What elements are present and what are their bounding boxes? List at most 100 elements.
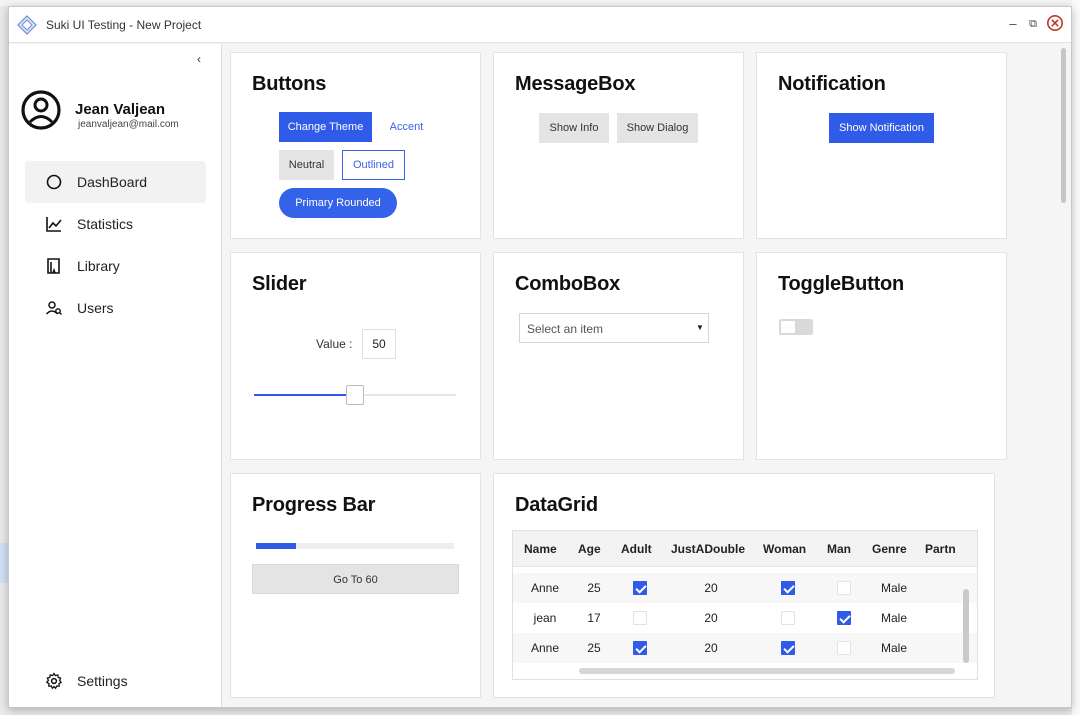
progress-card: Progress Bar Go To 60 (230, 473, 481, 698)
card-title: Progress Bar (252, 494, 376, 516)
close-button[interactable] (1046, 14, 1064, 32)
card-title: Buttons (252, 73, 327, 95)
toggle-switch[interactable] (779, 319, 813, 335)
users-icon (45, 301, 62, 315)
slider-value-input[interactable]: 50 (362, 329, 396, 359)
column-header-genre[interactable]: Genre (872, 542, 907, 556)
show-info-button[interactable]: Show Info (539, 113, 609, 143)
cell-man-checkbox[interactable] (837, 641, 851, 655)
main-vertical-scrollbar[interactable] (1061, 48, 1066, 203)
cell-woman-checkbox[interactable] (781, 581, 795, 595)
sidebar-item-label: Settings (77, 673, 128, 689)
column-header-woman[interactable]: Woman (763, 542, 806, 556)
sidebar-item-settings[interactable]: Settings (25, 660, 206, 702)
neutral-button[interactable]: Neutral (279, 150, 334, 180)
card-title: Slider (252, 273, 307, 295)
cell-adult-checkbox[interactable] (633, 611, 647, 625)
cell-justadouble: 20 (704, 611, 718, 625)
maximize-button[interactable]: ⧉ (1024, 15, 1042, 33)
sidebar-item-label: Library (77, 258, 120, 274)
table-row[interactable]: jean 17 20 Male (513, 603, 977, 633)
sidebar-item-dashboard[interactable]: DashBoard (25, 161, 206, 203)
datagrid: Name Age Adult JustADouble Woman Man Gen… (512, 530, 978, 680)
cell-age: 17 (587, 611, 601, 625)
column-header-adult[interactable]: Adult (621, 542, 652, 556)
datagrid-vertical-scrollbar[interactable] (963, 589, 969, 663)
notification-card: Notification Show Notification (756, 52, 1007, 239)
messagebox-card: MessageBox Show Info Show Dialog (493, 52, 744, 239)
cell-woman-checkbox[interactable] (781, 641, 795, 655)
avatar-icon (21, 90, 61, 130)
column-header-man[interactable]: Man (827, 542, 851, 556)
column-header-justadouble[interactable]: JustADouble (671, 542, 745, 556)
outlined-button[interactable]: Outlined (342, 150, 405, 180)
slider-thumb[interactable] (346, 385, 364, 405)
card-title: ComboBox (515, 273, 621, 295)
gear-icon (45, 672, 63, 690)
cell-age: 25 (587, 641, 601, 655)
sidebar-item-label: Statistics (77, 216, 134, 232)
sidebar-item-label: DashBoard (77, 174, 148, 190)
combobox-select[interactable]: Select an item ▼ (519, 313, 709, 343)
combobox-card: ComboBox Select an item ▼ (493, 252, 744, 460)
desktop-background-right (1072, 0, 1080, 715)
cell-justadouble: 20 (704, 641, 718, 655)
show-notification-button[interactable]: Show Notification (829, 113, 934, 143)
slider-track[interactable] (254, 385, 456, 405)
cell-man-checkbox[interactable] (837, 581, 851, 595)
card-title: MessageBox (515, 73, 636, 95)
card-title: Notification (778, 73, 886, 95)
cell-genre: Male (880, 611, 907, 625)
slider-value-label: Value : (316, 337, 353, 351)
title-bar: Suki UI Testing - New Project – ⧉ (9, 7, 1071, 43)
slider-card: Slider Value : 50 (230, 252, 481, 460)
progress-fill (256, 543, 296, 549)
cell-genre: Male (880, 581, 907, 595)
cell-man-checkbox[interactable] (837, 611, 851, 625)
table-row[interactable]: Anne 25 20 Male (513, 573, 977, 603)
column-header-name[interactable]: Name (524, 542, 557, 556)
cell-justadouble: 20 (704, 581, 718, 595)
progress-bar (256, 543, 454, 549)
sidebar-item-label: Users (77, 300, 114, 316)
app-logo-icon (17, 15, 37, 35)
sidebar-item-statistics[interactable]: Statistics (25, 203, 206, 245)
go-to-60-button[interactable]: Go To 60 (252, 564, 459, 594)
primary-rounded-button[interactable]: Primary Rounded (279, 188, 397, 218)
user-email: jeanvaljean@mail.com (78, 119, 179, 130)
circle-icon (46, 174, 62, 190)
column-header-partner[interactable]: Partn (925, 542, 956, 556)
cell-woman-checkbox[interactable] (781, 611, 795, 625)
cell-name: Anne (530, 581, 560, 595)
cell-name: jean (533, 611, 557, 625)
chevron-down-icon: ▼ (696, 323, 704, 332)
card-title: ToggleButton (778, 273, 905, 295)
togglebutton-card: ToggleButton (756, 252, 1007, 460)
collapse-sidebar-button[interactable]: ‹ (197, 52, 201, 66)
datagrid-header: Name Age Adult JustADouble Woman Man Gen… (513, 531, 977, 567)
column-header-age[interactable]: Age (578, 542, 601, 556)
app-window: Suki UI Testing - New Project – ⧉ ‹ Jean… (8, 6, 1072, 708)
buttons-card: Buttons Change Theme Accent Neutral Outl… (230, 52, 481, 239)
sidebar-item-library[interactable]: Library (25, 245, 206, 287)
datagrid-horizontal-scrollbar[interactable] (579, 668, 955, 674)
sidebar-item-users[interactable]: Users (25, 287, 206, 329)
chart-line-icon (46, 217, 62, 232)
cell-adult-checkbox[interactable] (633, 641, 647, 655)
accent-button[interactable]: Accent (379, 112, 434, 142)
cell-adult-checkbox[interactable] (633, 581, 647, 595)
datagrid-card: DataGrid Name Age Adult JustADouble Woma… (493, 473, 995, 698)
book-icon (47, 258, 60, 274)
user-name: Jean Valjean (75, 101, 166, 118)
cell-genre: Male (880, 641, 907, 655)
cell-name: Anne (530, 641, 560, 655)
cell-age: 25 (587, 581, 601, 595)
combobox-placeholder: Select an item (527, 322, 604, 336)
show-dialog-button[interactable]: Show Dialog (617, 113, 698, 143)
window-title: Suki UI Testing - New Project (46, 18, 202, 32)
table-row[interactable]: Anne 25 20 Male (513, 633, 977, 663)
card-title: DataGrid (515, 494, 598, 516)
change-theme-button[interactable]: Change Theme (279, 112, 372, 142)
minimize-button[interactable]: – (1004, 15, 1022, 33)
sidebar: ‹ Jean Valjean jeanvaljean@mail.com Dash… (9, 44, 222, 707)
